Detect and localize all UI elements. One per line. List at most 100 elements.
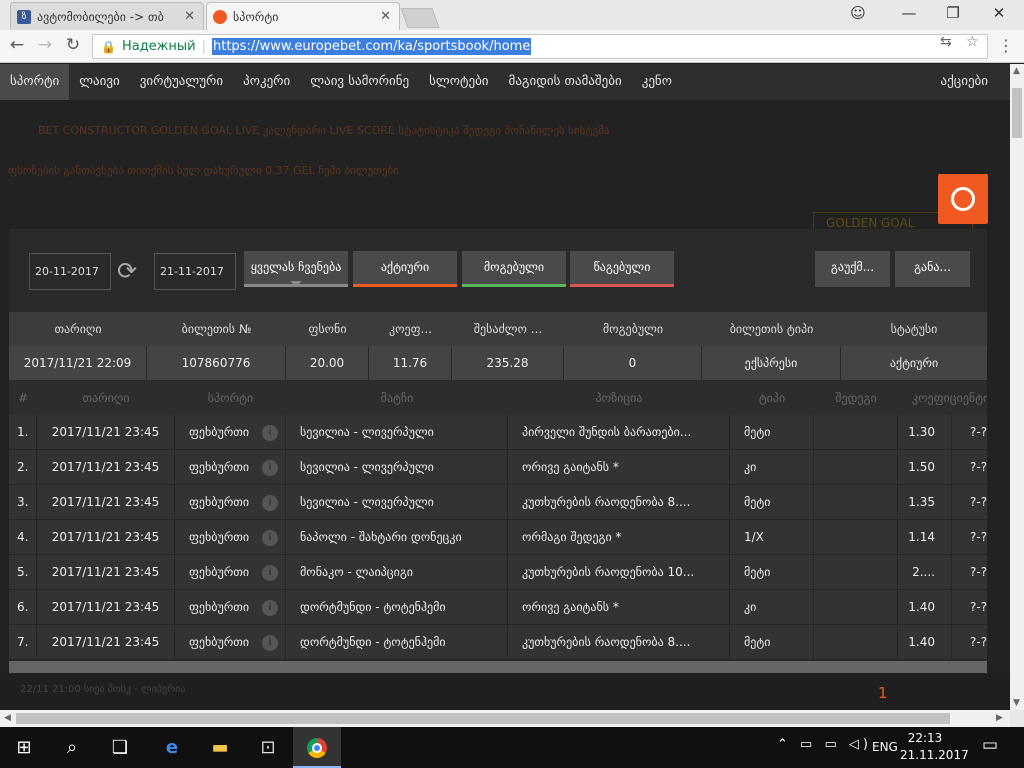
minimize-icon[interactable]: — (895, 4, 923, 22)
close-tab-icon[interactable]: ✕ (380, 9, 391, 24)
nav-item-promotions[interactable]: აქციები (941, 64, 988, 100)
row-score: ?-? (970, 565, 987, 579)
page-content: სპორტი ლაივი ვირტუალური პოკერი ლაივ სამო… (0, 64, 1010, 710)
task-view-icon[interactable]: ❏ (96, 727, 144, 768)
row-result (814, 520, 898, 554)
table-row[interactable]: 4. 2017/11/21 23:45 ფეხბურთი i ნაპოლი - შახტ… (9, 520, 987, 555)
bookmark-star-icon[interactable]: ☆ (966, 34, 979, 50)
menu-icon[interactable]: ⋮ (998, 36, 1014, 55)
page-number[interactable]: 1 (878, 684, 888, 702)
lock-icon: 🔒 (101, 39, 116, 54)
forward-arrow-icon[interactable]: → (34, 35, 56, 55)
back-arrow-icon[interactable]: ← (6, 35, 28, 55)
info-icon[interactable]: i (262, 600, 278, 616)
browser-tab-1[interactable]: ზ ავტომობილები -> თბ ✕ (10, 2, 204, 30)
nav-item-table-games[interactable]: მაგიდის თამაშები (499, 64, 632, 100)
notifications-icon[interactable]: ▭ (982, 735, 998, 755)
row-index: 1. (9, 415, 37, 449)
file-explorer-icon[interactable]: ▬ (196, 727, 244, 768)
tab-title: ავტომობილები -> თბ (37, 9, 164, 24)
search-icon[interactable]: ⌕ (48, 727, 96, 768)
info-icon[interactable]: i (262, 460, 278, 476)
language-indicator[interactable]: ENG (872, 740, 898, 754)
ticket-odds: 11.76 (369, 346, 452, 380)
new-tab-button[interactable] (400, 8, 440, 28)
info-icon[interactable]: i (262, 565, 278, 581)
date-to-input[interactable]: 21-11-2017 (154, 253, 236, 290)
row-position: ორმაგი შედეგი * (508, 520, 730, 554)
table-row[interactable]: 3. 2017/11/21 23:45 ფეხბურთი i სევილია - ლივ… (9, 485, 987, 520)
vertical-scrollbar[interactable]: ▲ ▼ (1010, 64, 1024, 710)
row-date: 2017/11/21 23:45 (37, 485, 175, 519)
main-nav: სპორტი ლაივი ვირტუალური პოკერი ლაივ სამო… (0, 64, 1010, 100)
row-date: 2017/11/21 23:45 (37, 520, 175, 554)
filter-all-button[interactable]: ყველას ჩვენება (244, 251, 348, 287)
info-icon[interactable]: i (262, 530, 278, 546)
ticket-number: 107860776 (147, 346, 286, 380)
row-position: ორივე გაიტანს * (508, 450, 730, 484)
col-header-date: თარიღი (82, 391, 130, 405)
row-odds: 1.40 (898, 625, 952, 659)
edge-icon[interactable]: e (148, 727, 196, 768)
close-window-icon[interactable]: ✕ (985, 4, 1013, 22)
row-type: კი (730, 590, 814, 624)
maximize-icon[interactable]: ❐ (939, 4, 967, 22)
filter-lost-button[interactable]: წაგებული (570, 251, 674, 287)
reload-icon[interactable]: ↻ (62, 35, 84, 55)
modal-horizontal-scrollbar[interactable] (9, 661, 987, 673)
address-bar[interactable]: 🔒 Надежный | https://www.europebet.com/k… (92, 34, 988, 59)
row-index: 4. (9, 520, 37, 554)
row-index: 6. (9, 590, 37, 624)
windows-start-icon[interactable]: ⊞ (0, 727, 48, 768)
cancel-button[interactable]: გაუქმ... (815, 251, 890, 287)
table-row[interactable]: 2. 2017/11/21 23:45 ფეხბურთი i სევილია - ლივ… (9, 450, 987, 485)
horizontal-scroll-thumb[interactable] (16, 713, 950, 724)
vertical-scroll-thumb[interactable] (1012, 88, 1022, 138)
scroll-up-arrow-icon[interactable]: ▲ (1013, 66, 1020, 76)
nav-item-keno[interactable]: კენო (632, 64, 682, 100)
nav-item-sport[interactable]: სპორტი (0, 64, 70, 100)
scrollbar-corner (1010, 710, 1024, 727)
row-position: პირველი შუნდის ბარათები... (508, 415, 730, 449)
close-tab-icon[interactable]: ✕ (184, 9, 195, 24)
scroll-left-arrow-icon[interactable]: ◀ (4, 713, 11, 723)
info-icon[interactable]: i (262, 495, 278, 511)
col-header-date: თარიღი (54, 322, 102, 336)
table-row[interactable]: 7. 2017/11/21 23:45 ფეხბურთი i დორტმუნდი - ტ… (9, 625, 987, 660)
chrome-icon[interactable] (293, 727, 341, 768)
scroll-down-arrow-icon[interactable]: ▼ (1013, 698, 1020, 708)
scroll-right-arrow-icon[interactable]: ▶ (996, 713, 1003, 723)
nav-item-poker[interactable]: პოკერი (233, 64, 300, 100)
profile-icon[interactable]: ☺ (844, 4, 872, 22)
browser-tab-2[interactable]: სპორტი ✕ (206, 2, 400, 30)
clock[interactable]: 22:13 21.11.2017 (900, 730, 969, 764)
ticket-row[interactable]: 2017/11/21 22:09 107860776 20.00 11.76 2… (9, 346, 987, 380)
info-icon[interactable]: i (262, 635, 278, 651)
row-date: 2017/11/21 23:45 (37, 450, 175, 484)
col-header-result: შედეგი (835, 391, 877, 405)
browser-toolbar: ← → ↻ 🔒 Надежный | https://www.europebet… (0, 30, 1024, 63)
nav-item-virtual[interactable]: ვირტუალური (130, 64, 233, 100)
col-header-possible-win: შესაძლო ... (473, 322, 543, 336)
info-icon[interactable]: i (262, 425, 278, 441)
system-tray-icons[interactable]: ⌃ ▭ ▭ ◁) (777, 737, 872, 752)
translate-icon[interactable]: ⇆ (940, 34, 952, 50)
nav-item-slots[interactable]: სლოტები (419, 64, 498, 100)
filter-active-button[interactable]: აქტიური (353, 251, 457, 287)
table-row[interactable]: 1. 2017/11/21 23:45 ფეხბურთი i სევილია - ლივ… (9, 415, 987, 450)
row-type: კი (730, 450, 814, 484)
date-from-input[interactable]: 20-11-2017 (29, 253, 111, 290)
background-betslip-bar: ფსონების განთავსება თითქმის სულ დახურული… (8, 164, 399, 177)
nav-item-live[interactable]: ლაივი (69, 64, 130, 100)
filter-won-button[interactable]: მოგებული (462, 251, 566, 287)
table-row[interactable]: 6. 2017/11/21 23:45 ფეხბურთი i დორტმუნდი - ტ… (9, 590, 987, 625)
table-row[interactable]: 5. 2017/11/21 23:45 ფეხბურთი i მონაკო - ლაიპ… (9, 555, 987, 590)
row-type: მეტი (730, 555, 814, 589)
row-position: კუთხურების რაოდენობა 8.... (508, 625, 730, 659)
row-match: სევილია - ლივერპული (286, 415, 508, 449)
store-icon[interactable]: ⊡ (244, 727, 292, 768)
url-text[interactable]: https://www.europebet.com/ka/sportsbook/… (212, 38, 532, 55)
place-button[interactable]: განა... (895, 251, 970, 287)
nav-item-live-casino[interactable]: ლაივ სამორინე (300, 64, 419, 100)
refresh-icon[interactable]: ⟳ (117, 257, 137, 285)
